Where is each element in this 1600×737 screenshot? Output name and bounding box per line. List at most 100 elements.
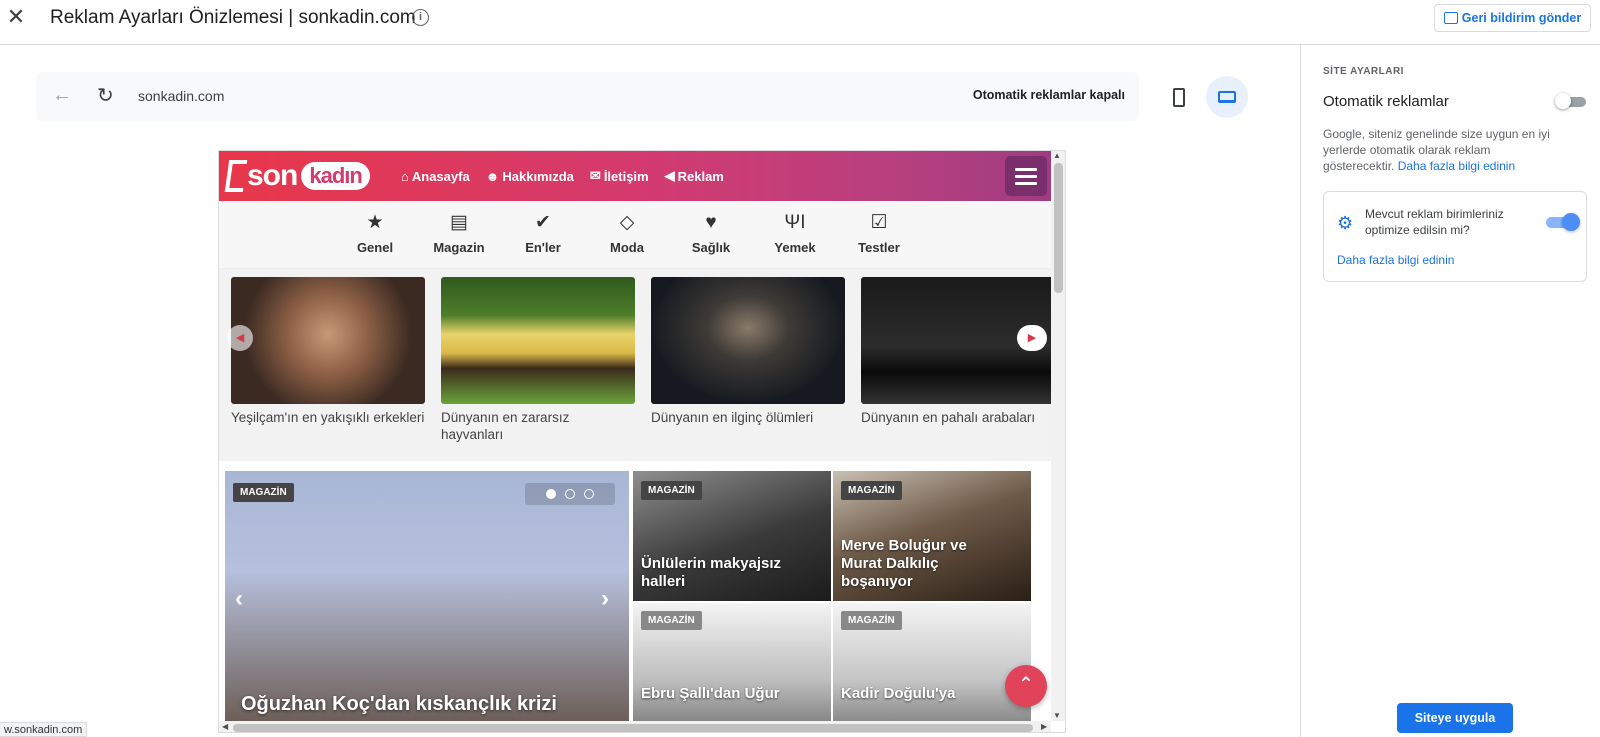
reload-icon[interactable]: ↻	[97, 83, 114, 108]
status-bar-link: w.sonkadin.com	[0, 722, 88, 737]
category-label: Yemek	[774, 240, 816, 255]
scroll-down-arrow-icon[interactable]: ▼	[1053, 711, 1061, 720]
card-image	[231, 277, 425, 404]
small-news-title: Ebru Şallı'dan Uğur	[641, 685, 780, 702]
carousel-next-icon[interactable]: ›	[601, 585, 609, 613]
category-saglik[interactable]: ♥ Sağlık	[671, 211, 751, 255]
category-label: Genel	[356, 240, 394, 255]
hamburger-menu-icon[interactable]	[1005, 156, 1047, 196]
gear-sparkle-icon: ⚙	[1337, 213, 1354, 233]
nav-iletisim[interactable]: ✉ İletişim	[590, 168, 649, 184]
small-news-item[interactable]: MAGAZİN Merve Boluğur ve Murat Dalkılıç …	[833, 471, 1031, 601]
category-magazin[interactable]: ▤ Magazin	[419, 211, 499, 255]
mobile-device-icon[interactable]	[1164, 82, 1194, 112]
diamond-icon: ◇	[619, 212, 635, 233]
optimize-ad-units-card: ⚙ Mevcut reklam birimleriniz optimize ed…	[1323, 191, 1587, 282]
slider-prev-icon[interactable]: ◀	[227, 325, 253, 351]
back-arrow-icon[interactable]: ←	[52, 84, 72, 107]
category-genel[interactable]: ★ Genel	[335, 211, 415, 255]
card-image	[441, 277, 635, 404]
category-label: Magazin	[433, 240, 485, 255]
site-logo[interactable]: son kadın	[224, 159, 370, 193]
category-badge: MAGAZİN	[233, 483, 294, 502]
nav-anasayfa[interactable]: ⌂ Anasayfa	[401, 168, 470, 184]
panel-heading: SİTE AYARLARI	[1323, 66, 1404, 77]
scroll-right-arrow-icon[interactable]: ▶	[1041, 722, 1047, 731]
toggle-knob	[1562, 213, 1580, 231]
small-news-item[interactable]: MAGAZİN Ünlülerin makyajsız halleri	[633, 471, 831, 601]
small-news-item[interactable]: MAGAZİN Ebru Şallı'dan Uğur	[633, 603, 831, 732]
carousel-dot[interactable]	[584, 489, 594, 499]
category-enler[interactable]: ✔ En'ler	[503, 211, 583, 255]
category-testler[interactable]: ☑ Testler	[839, 211, 919, 255]
desktop-device-icon[interactable]	[1206, 76, 1248, 118]
main-news-title: Oğuzhan Koç'dan kıskançlık krizi	[241, 693, 557, 715]
learn-more-link[interactable]: Daha fazla bilgi edinin	[1398, 159, 1515, 173]
category-yemek[interactable]: ΨΙ Yemek	[755, 211, 835, 255]
small-news-item[interactable]: MAGAZİN Kadir Doğulu'ya	[833, 603, 1031, 732]
envelope-icon: ✉	[589, 168, 601, 183]
url-text: sonkadin.com	[138, 88, 225, 104]
top-bar: ✕ Reklam Ayarları Önizlemesi | sonkadin.…	[0, 0, 1600, 45]
page-title: Reklam Ayarları Önizlemesi | sonkadin.co…	[50, 7, 416, 28]
carousel-dot[interactable]	[546, 489, 556, 499]
logo-kadin: kadın	[301, 162, 370, 190]
category-label: Moda	[610, 240, 644, 255]
feedback-icon	[1443, 12, 1458, 24]
nav-reklam[interactable]: ◀ Reklam	[665, 168, 724, 184]
auto-ads-label: Otomatik reklamlar	[1323, 93, 1449, 110]
info-icon[interactable]: i	[412, 9, 429, 26]
slider-next-icon[interactable]: ▶	[1017, 325, 1047, 351]
site-nav: ⌂ Anasayfa ☻ Hakkımızda ✉ İletişim ◀ Reklam	[401, 168, 724, 184]
newspaper-icon: ▤	[450, 212, 468, 233]
slider-card[interactable]: Yeşilçam'ın en yakışıklı erkekleri	[231, 277, 425, 426]
scroll-up-arrow-icon[interactable]: ▲	[1053, 151, 1061, 160]
nav-label: İletişim	[603, 168, 649, 184]
optimize-learn-more-link[interactable]: Daha fazla bilgi edinin	[1337, 253, 1454, 267]
featured-slider: Yeşilçam'ın en yakışıklı erkekleri Dünya…	[219, 269, 1055, 461]
slider-card[interactable]: Dünyanın en ilginç ölümleri	[651, 277, 845, 426]
category-badge: MAGAZİN	[641, 481, 702, 500]
card-caption: Dünyanın en ilginç ölümleri	[651, 410, 814, 425]
slider-card[interactable]: Dünyanın en zararsız hayvanları	[441, 277, 635, 443]
person-icon: ☻	[485, 168, 500, 184]
optimize-question: Mevcut reklam birimleriniz optimize edil…	[1365, 207, 1504, 237]
vertical-scroll-thumb[interactable]	[1054, 163, 1063, 293]
carousel-prev-icon[interactable]: ‹	[235, 585, 243, 613]
site-header: son kadın ⌂ Anasayfa ☻ Hakkımızda ✉ İletişi…	[219, 151, 1051, 201]
slider-card[interactable]: Dünyanın en pahalı arabaları	[861, 277, 1055, 426]
megaphone-icon: ◀	[664, 168, 675, 183]
feedback-button[interactable]: Geri bildirim gönder	[1434, 4, 1591, 32]
nav-hakkimizda[interactable]: ☻ Hakkımızda	[486, 168, 574, 184]
auto-ads-description: Google, siteniz genelinde size uygun en …	[1323, 126, 1553, 174]
category-badge: MAGAZİN	[641, 611, 702, 630]
nav-label: Reklam	[677, 168, 724, 184]
category-label: Testler	[858, 240, 900, 255]
nav-label: Anasayfa	[411, 168, 470, 184]
main-news-item[interactable]: MAGAZİN ‹ › Oğuzhan Koç'dan kıskançlık k…	[225, 471, 629, 721]
checkbox-icon: ☑	[870, 212, 888, 233]
scroll-left-arrow-icon[interactable]: ◀	[222, 722, 228, 731]
nav-label: Hakkımızda	[502, 168, 574, 184]
scroll-to-top-icon[interactable]: ⌃	[1005, 665, 1047, 707]
small-news-title: Kadir Doğulu'ya	[841, 685, 956, 702]
category-badge: MAGAZİN	[841, 611, 902, 630]
category-moda[interactable]: ◇ Moda	[587, 211, 667, 255]
star-icon: ★	[366, 212, 384, 233]
apply-to-site-button[interactable]: Siteye uygula	[1397, 703, 1513, 733]
small-news-title: Ünlülerin makyajsız halleri	[641, 555, 782, 590]
heartbeat-icon: ♥	[705, 212, 717, 233]
card-caption: Dünyanın en pahalı arabaları	[861, 410, 1036, 425]
category-bar: ★ Genel ▤ Magazin ✔ En'ler ◇ Moda ♥ Sağlık ΨΙ…	[219, 201, 1051, 269]
card-caption: Dünyanın en zararsız hayvanları	[441, 410, 570, 442]
news-grid: MAGAZİN ‹ › Oğuzhan Koç'dan kıskançlık k…	[219, 469, 1051, 732]
close-icon[interactable]: ✕	[5, 6, 27, 28]
preview-url-bar: ← ↻ sonkadin.com Otomatik reklamlar kapa…	[36, 72, 1139, 121]
carousel-dot[interactable]	[565, 489, 575, 499]
optimize-toggle[interactable]	[1546, 213, 1580, 231]
logo-mark	[224, 160, 248, 192]
auto-ads-toggle[interactable]	[1555, 93, 1586, 109]
horizontal-scroll-thumb[interactable]	[233, 724, 1033, 732]
auto-ads-status: Otomatik reklamlar kapalı	[972, 88, 1125, 102]
card-caption: Yeşilçam'ın en yakışıklı erkekleri	[231, 410, 425, 425]
